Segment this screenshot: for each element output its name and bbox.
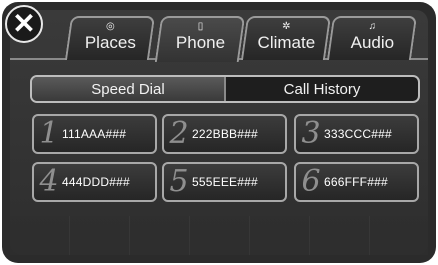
tab-climate-label: Climate — [257, 33, 316, 52]
speed-dial-number: 3 — [301, 116, 321, 151]
speed-dial-entry-2[interactable]: 2 222BBB### — [162, 114, 287, 154]
speed-dial-label: 222BBB### — [192, 127, 258, 141]
speed-dial-number: 1 — [39, 116, 59, 151]
phone-icon: ▯ — [197, 21, 204, 32]
tab-places[interactable]: ◎ Places — [64, 16, 156, 60]
call-history-button[interactable]: Call History — [224, 77, 418, 101]
speed-dial-label: 666FFF### — [324, 175, 388, 189]
speed-dial-label: 333CCC### — [324, 127, 392, 141]
fan-icon: ✲ — [282, 21, 291, 32]
tab-audio[interactable]: ♫ Audio — [326, 16, 418, 60]
tab-phone[interactable]: ▯ Phone — [154, 16, 246, 62]
tab-phone-label: Phone — [175, 33, 226, 52]
places-icon: ◎ — [105, 21, 115, 32]
speed-dial-number: 6 — [301, 164, 321, 199]
list-mode-toggle: Speed Dial Call History — [30, 75, 420, 103]
close-icon: ✕ — [12, 8, 36, 39]
speed-dial-button[interactable]: Speed Dial — [32, 77, 224, 101]
empty-panel-area — [10, 216, 428, 255]
speed-dial-number: 5 — [169, 164, 189, 199]
speed-dial-label: 111AAA### — [62, 127, 127, 141]
speed-dial-entry-1[interactable]: 1 111AAA### — [32, 114, 157, 154]
speed-dial-label: 555EEE### — [192, 175, 258, 189]
phone-screen: ◎ Places ▯ Phone ✲ Climate ♫ Audio ✕ Spe… — [2, 2, 436, 263]
speed-dial-entry-5[interactable]: 5 555EEE### — [162, 162, 287, 202]
music-note-icon: ♫ — [368, 21, 377, 32]
close-button[interactable]: ✕ — [5, 5, 43, 43]
speed-dial-entry-6[interactable]: 6 666FFF### — [294, 162, 419, 202]
tab-bar: ◎ Places ▯ Phone ✲ Climate ♫ Audio — [60, 16, 426, 62]
speed-dial-label: 444DDD### — [62, 175, 130, 189]
tab-places-label: Places — [84, 33, 136, 52]
tab-audio-label: Audio — [350, 33, 395, 52]
speed-dial-entry-3[interactable]: 3 333CCC### — [294, 114, 419, 154]
speed-dial-number: 4 — [39, 164, 59, 199]
speed-dial-entry-4[interactable]: 4 444DDD### — [32, 162, 157, 202]
tab-climate[interactable]: ✲ Climate — [240, 16, 332, 60]
speed-dial-number: 2 — [169, 116, 189, 151]
